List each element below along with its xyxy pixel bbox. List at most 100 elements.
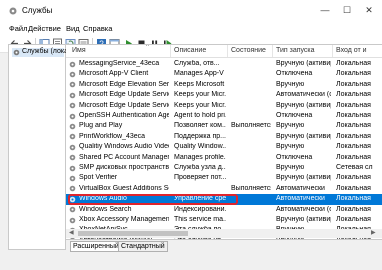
column-header-row: ^ Имя Описание Состояние Тип запуска Вхо…: [66, 45, 382, 58]
table-row[interactable]: Xbox Accessory Management Ser... This ser…: [66, 215, 382, 225]
annotation-highlight-box: [68, 194, 238, 206]
table-row[interactable]: Plug and Play Позволяет ком... Выполняется…: [66, 121, 382, 131]
service-logon: Локальная: [336, 91, 371, 99]
service-description: This service ma...: [174, 216, 226, 223]
service-description: Позволяет ком...: [174, 122, 226, 130]
service-description: Индексировани...: [174, 205, 226, 213]
menu-action[interactable]: Действие: [28, 24, 61, 33]
window-title: Службы: [22, 6, 53, 15]
service-name: Windows Search: [79, 205, 132, 213]
service-logon: Локальная: [336, 80, 371, 88]
scrollbar-thumb[interactable]: [78, 231, 188, 236]
service-logon: Локальная: [336, 143, 371, 151]
menu-help[interactable]: Справка: [83, 24, 112, 33]
service-description: Проверяет пот...: [174, 174, 226, 182]
column-header-name[interactable]: Имя: [72, 47, 86, 54]
service-logon: Локальная: [336, 101, 371, 109]
table-row[interactable]: Windows AudioУправление сред...Автоматич…: [66, 194, 382, 206]
service-gear-icon: [69, 165, 76, 171]
service-startup-type: Отключена: [276, 112, 313, 119]
table-row[interactable]: VirtualBox Guest Additions Service Выполн…: [66, 184, 382, 194]
column-header-startup-type[interactable]: Тип запуска: [276, 47, 315, 54]
maximize-button[interactable]: ☐: [340, 3, 354, 17]
column-header-status[interactable]: Состояние: [231, 47, 266, 54]
service-gear-icon: [69, 123, 76, 130]
services-list: ^ Имя Описание Состояние Тип запуска Вхо…: [66, 44, 382, 250]
service-description: Keeps your Micr...: [174, 101, 226, 109]
table-row[interactable]: PrintWorkflow_43eca Поддержка пр... Вручну…: [66, 132, 382, 142]
service-description: Keeps your Micr...: [174, 91, 226, 99]
column-header-logon[interactable]: Вход от и: [336, 47, 367, 54]
tree-item-services-local[interactable]: Службы (локалы: [12, 48, 77, 57]
service-description: Служба, отв...: [174, 60, 220, 67]
services-window: Службы — ☐ ✕ Файл Действие Вид Справка ?…: [0, 0, 382, 270]
service-logon: Локальная: [336, 184, 371, 192]
status-bar: [0, 252, 382, 270]
table-row[interactable]: MessagingService_43eca Служба, отв... Вруч…: [66, 59, 382, 69]
service-description: Служба узла д...: [174, 164, 226, 171]
table-row[interactable]: Shared PC Account Manager Manages profile…: [66, 153, 382, 163]
service-startup-type: Отключена: [276, 70, 313, 78]
menu-file[interactable]: Файл: [9, 24, 27, 33]
service-name: Microsoft Edge Update Service (ed...: [79, 91, 169, 99]
service-name: SMP дисковых пространств (Micro...: [79, 164, 169, 171]
service-logon: Локальная: [336, 60, 371, 67]
service-gear-icon: [69, 102, 76, 109]
column-header-description[interactable]: Описание: [174, 47, 206, 54]
service-startup-type: Автоматически: [276, 195, 325, 203]
table-row[interactable]: Microsoft Edge Update Service (ed... Keep…: [66, 101, 382, 111]
service-logon: Локальная: [336, 174, 371, 182]
column-divider: [227, 45, 228, 57]
menu-view[interactable]: Вид: [66, 24, 80, 33]
table-row[interactable]: Qualitiy Windows Audio Video Exp... Quali…: [66, 142, 382, 152]
table-row[interactable]: Microsoft App-V Client Manages App-V u...…: [66, 69, 382, 79]
service-name: Plug and Play: [79, 122, 123, 130]
service-startup-type: Вручную (активиро...: [276, 101, 331, 109]
service-startup-type: Автоматически (о...: [276, 91, 331, 99]
service-startup-type: Вручную: [276, 164, 305, 171]
service-name: Spot Verifier: [79, 174, 118, 182]
tab-standard[interactable]: Стандартный: [118, 241, 168, 252]
service-description: Keeps Microsoft ...: [174, 80, 226, 88]
table-row[interactable]: Microsoft Edge Update Service (ed... Keep…: [66, 90, 382, 100]
table-row[interactable]: Windows Search Индексировани... Автоматиче…: [66, 205, 382, 215]
minimize-button[interactable]: —: [318, 3, 332, 17]
service-logon: Локальная: [336, 70, 371, 78]
horizontal-scrollbar[interactable]: ◀ ▶: [66, 229, 382, 238]
column-divider: [170, 45, 171, 57]
menu-bar: Файл Действие Вид Справка: [0, 22, 382, 35]
service-description: Поддержка пр...: [174, 132, 226, 140]
title-bar: Службы — ☐ ✕: [0, 0, 382, 22]
service-startup-type: Автоматически: [276, 184, 325, 192]
service-logon: Локальная: [336, 132, 371, 140]
tree-pane: Службы (локалы: [8, 44, 77, 250]
sort-ascending-icon: ^: [146, 44, 149, 50]
service-name: Microsoft App-V Client: [79, 70, 149, 78]
close-button[interactable]: ✕: [362, 3, 376, 17]
service-startup-type: Отключена: [276, 153, 313, 161]
service-startup-type: Вручную: [276, 122, 305, 130]
table-row[interactable]: Microsoft Edge Elevation Service (... Kee…: [66, 80, 382, 90]
service-startup-type: Вручную: [276, 143, 305, 151]
service-startup-type: Автоматически (о...: [276, 205, 331, 213]
service-gear-icon: [69, 133, 76, 140]
service-gear-icon: [69, 217, 76, 223]
service-logon: Локальная: [336, 195, 371, 203]
scroll-right-icon[interactable]: ▶: [371, 229, 376, 236]
table-row[interactable]: OpenSSH Authentication Agent Agent to hol…: [66, 111, 382, 121]
service-gear-icon: [69, 206, 76, 213]
scroll-left-icon[interactable]: ◀: [69, 229, 74, 236]
service-name: Microsoft Edge Update Service (ed...: [79, 101, 169, 109]
service-name: VirtualBox Guest Additions Service: [79, 184, 169, 192]
service-name: PrintWorkflow_43eca: [79, 132, 146, 140]
service-gear-icon: [69, 71, 76, 78]
service-status: Выполняется: [231, 184, 271, 192]
table-row[interactable]: Spot Verifier Проверяет пот... Вручную (ак…: [66, 173, 382, 183]
service-name: Qualitiy Windows Audio Video Exp...: [79, 143, 169, 151]
service-gear-icon: [69, 144, 76, 150]
tab-extended[interactable]: Расширенный: [70, 241, 122, 252]
service-status: Выполняется: [231, 122, 271, 130]
table-row[interactable]: SMP дисковых пространств (Micro... Служба…: [66, 163, 382, 173]
column-divider: [272, 45, 273, 57]
column-divider: [332, 45, 333, 57]
